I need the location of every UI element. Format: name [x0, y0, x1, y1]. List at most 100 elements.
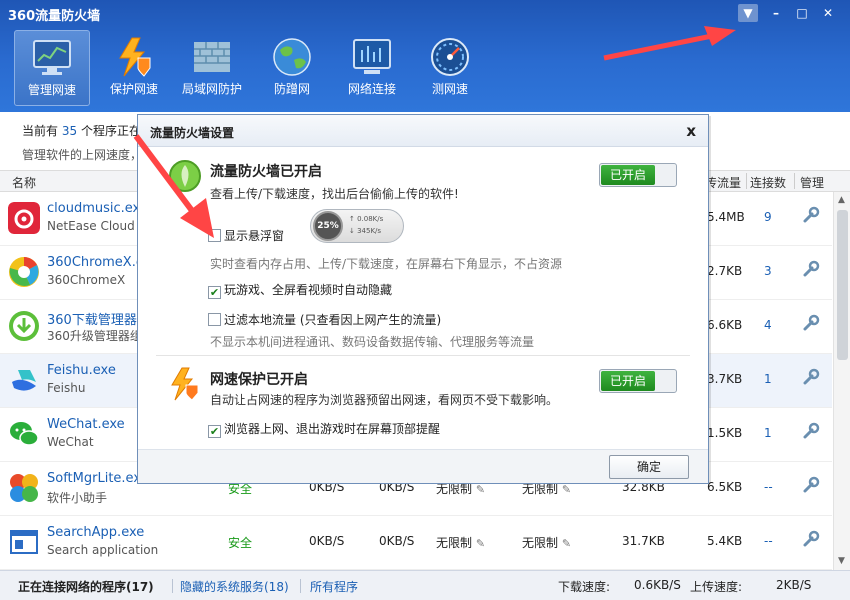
network-monitor-icon — [353, 39, 391, 74]
wrench-icon[interactable] — [802, 314, 820, 332]
float-down-rate: ↓ 345K/s — [349, 227, 382, 235]
connection-count: -- — [764, 480, 773, 494]
connection-count[interactable]: 3 — [764, 264, 772, 278]
wrench-icon[interactable] — [802, 260, 820, 278]
checkbox-label: 过滤本地流量 (只查看因上网产生的流量) — [224, 313, 442, 327]
program-name[interactable]: SoftMgrLite.exe — [47, 471, 149, 486]
total-down: 1.5KB — [707, 426, 743, 440]
close-button[interactable]: ✕ — [818, 4, 838, 22]
program-name[interactable]: WeChat.exe — [47, 417, 125, 432]
tab-connecting-programs[interactable]: 正在连接网络的程序(17) — [18, 578, 154, 595]
tool-label: 管理网速 — [27, 83, 76, 97]
col-manage[interactable]: 管理 — [800, 174, 824, 191]
scroll-up-icon[interactable]: ▲ — [838, 195, 845, 205]
wrench-icon[interactable] — [802, 530, 820, 548]
total-down: 6.5KB — [707, 480, 743, 494]
float-up-rate: ↑ 0.08K/s — [349, 215, 384, 223]
dialog-close-button[interactable]: x — [686, 122, 696, 140]
wrench-icon[interactable] — [802, 206, 820, 224]
feishu-app-icon — [12, 370, 36, 391]
tab-hidden-services[interactable]: 隐藏的系统服务(18) — [180, 578, 289, 595]
program-desc: WeChat — [47, 435, 94, 449]
upload-speed-label: 上传速度: — [690, 580, 743, 594]
info-prefix: 当前有 — [22, 124, 59, 138]
checkbox-box[interactable]: ✔ — [208, 286, 221, 299]
title-bar: 360流量防火墙 ▼ – □ ✕ 管理网速 保护网速 局域网防护 防蹭网 网络连… — [0, 0, 850, 112]
wrench-icon[interactable] — [802, 422, 820, 440]
minimize-button[interactable]: – — [766, 4, 786, 22]
col-name[interactable]: 名称 — [12, 174, 36, 191]
vertical-scrollbar[interactable]: ▲ ▼ — [833, 192, 850, 570]
edit-icon[interactable]: ✎ — [476, 537, 485, 550]
checkbox-box[interactable] — [208, 313, 221, 326]
softmgr-app-icon — [10, 474, 38, 502]
connection-count: -- — [764, 534, 773, 548]
firewall-toggle[interactable]: 已开启 — [599, 163, 677, 187]
total-down: 6.6KB — [707, 318, 743, 332]
float-widget-preview: 25% ↑ 0.08K/s ↓ 345K/s — [310, 209, 404, 243]
maximize-button[interactable]: □ — [792, 4, 812, 22]
auto-hide-checkbox[interactable]: ✔ 玩游戏、全屏看视频时自动隐藏 — [208, 281, 392, 299]
monitor-chart-icon — [33, 40, 71, 75]
program-count-line: 当前有 35 个程序正在 — [22, 122, 141, 139]
download-speed-label: 下载速度: — [558, 580, 611, 594]
total-down: 3.7KB — [707, 372, 743, 386]
connection-count[interactable]: 4 — [764, 318, 772, 332]
filter-local-note: 不显示本机间进程通讯、数码设备数据传输、代理服务等流量 — [210, 335, 535, 349]
edit-icon[interactable]: ✎ — [476, 483, 485, 496]
app-title: 360流量防火墙 — [8, 9, 101, 24]
program-name[interactable]: Feishu.exe — [47, 363, 116, 378]
tool-speed-test[interactable]: 测网速 — [412, 30, 488, 106]
toggle-on-label: 已开启 — [601, 371, 655, 391]
tool-anti-leech[interactable]: 防蹭网 — [254, 30, 330, 106]
dialog-footer: 确定 — [138, 449, 708, 483]
tool-label: 测网速 — [431, 82, 468, 96]
program-name[interactable]: SearchApp.exe — [47, 525, 144, 540]
filter-local-traffic-checkbox[interactable]: 过滤本地流量 (只查看因上网产生的流量) — [208, 311, 441, 328]
connection-count[interactable]: 1 — [764, 426, 772, 440]
ok-button[interactable]: 确定 — [609, 455, 689, 479]
download-limit-value: 无限制 — [522, 536, 559, 550]
download-limit[interactable]: 无限制 ✎ — [522, 534, 571, 551]
program-name[interactable]: 360下载管理器 — [47, 309, 137, 328]
upload-limit[interactable]: 无限制 ✎ — [436, 534, 485, 551]
upload-limit-value: 无限制 — [436, 482, 473, 496]
download-speed-value: 0.6KB/S — [634, 578, 681, 592]
float-window-note: 实时查看内存占用、上传/下载速度，在屏幕右下角显示，不占资源 — [210, 257, 563, 271]
checkbox-label: 浏览器上网、退出游戏时在屏幕顶部提醒 — [224, 422, 441, 436]
scrollbar-thumb[interactable] — [837, 210, 848, 360]
globe-icon — [273, 38, 311, 76]
total-down: 5.4MB — [707, 210, 745, 224]
browser-notify-checkbox[interactable]: ✔ 浏览器上网、退出游戏时在屏幕顶部提醒 — [208, 420, 440, 438]
menu-dropdown-button[interactable]: ▼ — [738, 4, 758, 22]
speed-protect-toggle[interactable]: 已开启 — [599, 369, 677, 393]
firewall-title: 流量防火墙已开启 — [210, 164, 322, 180]
tab-all-programs[interactable]: 所有程序 — [310, 578, 358, 595]
total-down: 2.7KB — [707, 264, 743, 278]
dialog-header[interactable]: 流量防火墙设置 x — [138, 115, 708, 147]
connection-count[interactable]: 1 — [764, 372, 772, 386]
speedometer-icon — [431, 38, 469, 76]
column-divider — [794, 173, 795, 189]
tool-protect-speed[interactable]: 保护网速 — [96, 30, 172, 106]
firewall-subtitle: 查看上传/下载速度，找出后台偷偷上传的软件! — [210, 187, 459, 201]
col-connections[interactable]: 连接数 — [750, 174, 786, 191]
tool-lan-protect[interactable]: 局域网防护 — [174, 30, 250, 106]
connection-count[interactable]: 9 — [764, 210, 772, 224]
program-desc: 360ChromeX — [47, 273, 126, 287]
program-desc: Search application — [47, 543, 159, 557]
wrench-icon[interactable] — [802, 476, 820, 494]
checkbox-box[interactable]: ✔ — [208, 425, 221, 438]
wrench-icon[interactable] — [802, 368, 820, 386]
edit-icon[interactable]: ✎ — [562, 537, 571, 550]
toggle-on-label: 已开启 — [601, 165, 655, 185]
tool-label: 局域网防护 — [181, 82, 242, 96]
tool-network-connections[interactable]: 网络连接 — [334, 30, 410, 106]
tool-manage-speed[interactable]: 管理网速 — [14, 30, 90, 106]
chrome-app-icon — [9, 257, 39, 287]
table-row[interactable]: SearchApp.exe Search application 安全 0KB/… — [0, 516, 832, 570]
edit-icon[interactable]: ✎ — [562, 483, 571, 496]
memory-percent: 25% — [313, 211, 343, 241]
scroll-down-icon[interactable]: ▼ — [838, 556, 845, 566]
speed-protect-subtitle: 自动让占网速的程序为浏览器预留出网速，看网页不受下载影响。 — [210, 393, 559, 407]
